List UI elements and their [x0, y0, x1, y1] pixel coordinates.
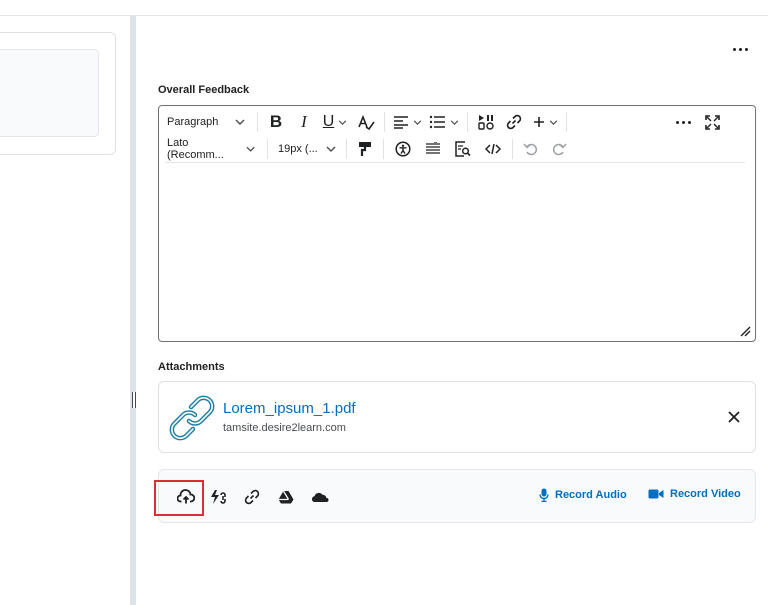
toolbar-separator	[512, 139, 513, 159]
attachment-site: tamsite.desire2learn.com	[223, 422, 346, 434]
block-format-value: Paragraph	[167, 116, 219, 128]
record-audio-button[interactable]: Record Audio	[539, 488, 627, 502]
add-button[interactable]	[528, 111, 562, 133]
toolbar-divider	[165, 162, 745, 163]
more-icon	[732, 47, 736, 51]
feedback-editor: Paragraph B I U Lato (Recomm... 19px (..…	[158, 105, 756, 342]
onedrive-icon	[311, 492, 329, 502]
redo-button[interactable]	[545, 138, 573, 160]
block-format-select[interactable]: Paragraph	[159, 111, 253, 133]
toolbar-separator	[267, 139, 268, 159]
font-family-select[interactable]: Lato (Recomm...	[159, 137, 263, 161]
remove-attachment-button[interactable]	[725, 408, 743, 426]
align-button[interactable]	[389, 111, 425, 133]
fullscreen-icon	[704, 114, 720, 130]
redo-icon	[552, 143, 567, 156]
attachment-name-link[interactable]: Lorem_ipsum_1.pdf	[223, 400, 356, 417]
font-size-select[interactable]: 19px (...	[272, 138, 342, 160]
quicklink-button[interactable]	[207, 486, 229, 508]
editor-toolbar-row-2: Lato (Recomm... 19px (...	[159, 136, 573, 162]
microphone-icon	[539, 488, 549, 502]
format-painter-button[interactable]	[351, 138, 379, 160]
editor-toolbar-row-1: Paragraph B I U	[159, 109, 727, 135]
chevron-down-icon	[549, 119, 557, 125]
font-size-value: 19px (...	[278, 143, 318, 155]
italic-icon: I	[301, 112, 307, 131]
record-video-label: Record Video	[670, 488, 741, 500]
chevron-down-icon	[339, 119, 347, 125]
underline-button[interactable]: U	[318, 111, 352, 133]
more-icon	[675, 120, 679, 124]
upload-icon	[177, 489, 195, 504]
format-button[interactable]	[352, 111, 380, 133]
chevron-down-icon	[246, 146, 255, 152]
onedrive-button[interactable]	[309, 486, 331, 508]
attachments-label: Attachments	[158, 361, 225, 373]
find-button[interactable]	[448, 138, 478, 160]
bold-icon: B	[269, 112, 283, 131]
editor-more-button[interactable]	[669, 111, 697, 133]
resize-grip-icon[interactable]	[739, 325, 751, 337]
record-video-button[interactable]: Record Video	[648, 488, 741, 500]
underline-icon: U	[322, 113, 335, 130]
close-icon	[728, 411, 740, 423]
insert-stuff-button[interactable]	[472, 111, 500, 133]
panel-splitter[interactable]	[130, 16, 136, 605]
align-icon	[393, 116, 408, 129]
add-icon	[533, 117, 544, 127]
attachment-link-icon	[169, 395, 215, 441]
more-icon-dot	[687, 120, 691, 124]
top-divider	[0, 15, 768, 16]
more-icon-dot	[681, 120, 685, 124]
upload-button[interactable]	[175, 486, 197, 508]
line-spacing-button[interactable]	[418, 138, 448, 160]
editor-content-area[interactable]	[167, 166, 747, 334]
format-painter-icon	[359, 142, 371, 156]
chevron-down-icon	[326, 146, 336, 152]
video-camera-icon	[648, 489, 664, 499]
record-audio-label: Record Audio	[555, 489, 627, 501]
more-icon-dot	[738, 47, 742, 51]
toolbar-separator	[566, 112, 567, 132]
find-icon	[455, 141, 471, 157]
insert-link-button[interactable]	[500, 111, 528, 133]
source-code-icon	[485, 143, 501, 155]
toolbar-separator	[346, 139, 347, 159]
bold-button[interactable]: B	[262, 111, 290, 133]
google-drive-icon	[278, 490, 294, 504]
google-drive-button[interactable]	[275, 486, 297, 508]
chevron-down-icon	[235, 119, 245, 125]
toolbar-separator	[384, 112, 385, 132]
chevron-down-icon	[413, 119, 421, 125]
insert-stuff-icon	[478, 115, 494, 130]
attach-link-button[interactable]	[241, 486, 263, 508]
link-icon	[506, 114, 522, 130]
fullscreen-button[interactable]	[697, 111, 727, 133]
undo-button[interactable]	[517, 138, 545, 160]
attach-link-icon	[244, 489, 260, 505]
line-spacing-icon	[426, 142, 440, 154]
toolbar-separator	[467, 112, 468, 132]
overall-feedback-label: Overall Feedback	[158, 84, 250, 96]
toolbar-separator	[383, 139, 384, 159]
font-family-value: Lato (Recomm...	[167, 137, 224, 161]
quicklink-icon	[211, 490, 226, 504]
list-icon	[429, 115, 445, 129]
splitter-handle[interactable]	[132, 392, 136, 408]
format-icon	[358, 114, 375, 130]
undo-icon	[523, 143, 538, 156]
left-card-content	[0, 49, 99, 137]
toolbar-separator	[257, 112, 258, 132]
list-button[interactable]	[425, 111, 463, 133]
attachment-toolbar: Record Audio Record Video	[154, 469, 756, 523]
accessibility-icon	[395, 141, 411, 157]
attachment-card: Lorem_ipsum_1.pdf tamsite.desire2learn.c…	[158, 381, 756, 453]
accessibility-button[interactable]	[388, 138, 418, 160]
more-actions-button[interactable]	[727, 40, 753, 58]
italic-button[interactable]: I	[290, 111, 318, 133]
chevron-down-icon	[450, 119, 459, 125]
source-code-button[interactable]	[478, 138, 508, 160]
more-icon-dot	[744, 47, 748, 51]
